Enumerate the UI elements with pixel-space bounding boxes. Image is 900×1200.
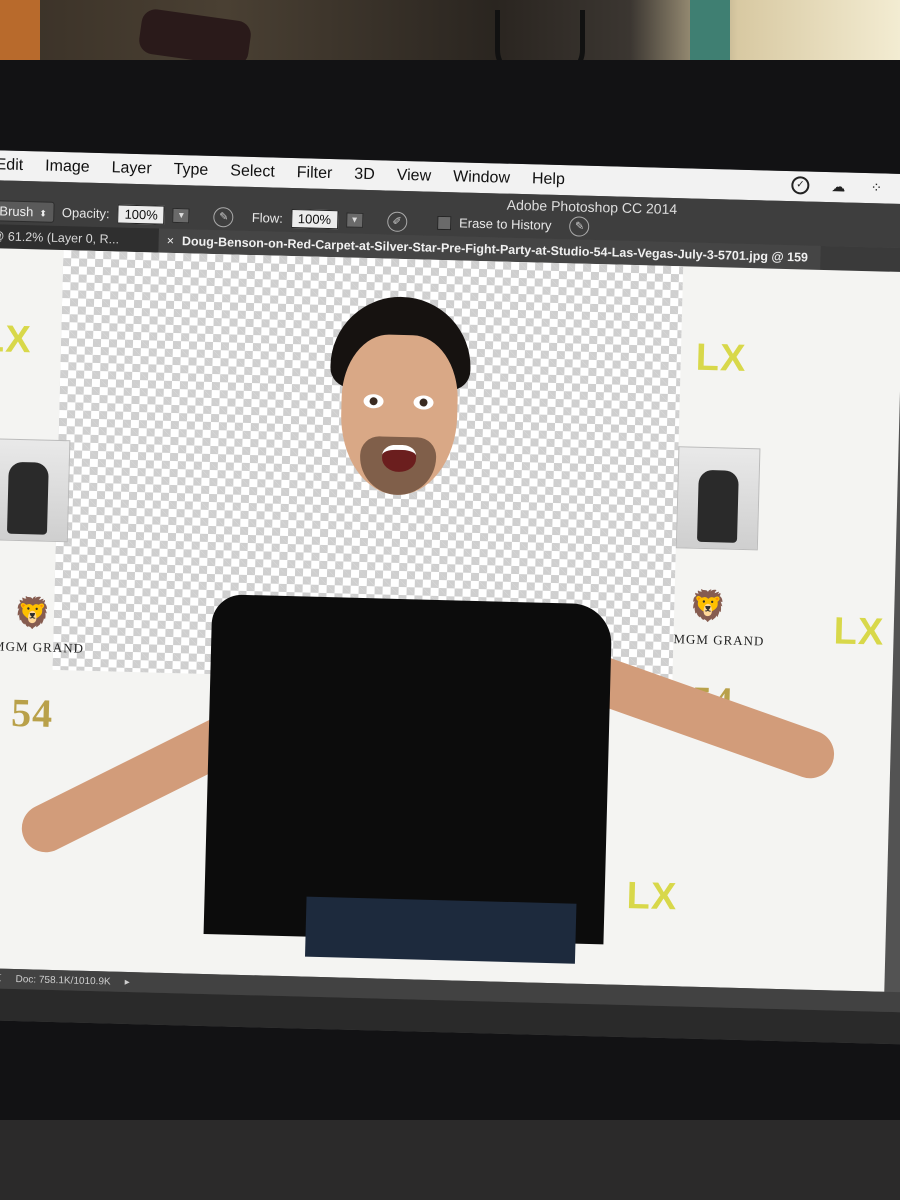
- creative-cloud-icon[interactable]: ☁: [829, 177, 847, 195]
- head: [327, 295, 473, 499]
- pressure-opacity-icon[interactable]: ✎: [213, 206, 235, 228]
- erase-to-history-checkbox[interactable]: [436, 215, 452, 230]
- opacity-label: Opacity:: [61, 205, 110, 222]
- export-icon[interactable]: ⇱: [0, 973, 2, 984]
- flow-label: Flow:: [251, 209, 284, 226]
- menu-image[interactable]: Image: [34, 157, 101, 177]
- person-cutout: [0, 248, 900, 992]
- flow-field[interactable]: 100%: [290, 209, 339, 230]
- flow-dropdown-icon[interactable]: ▾: [345, 212, 364, 228]
- menu-edit[interactable]: Edit: [0, 156, 34, 175]
- menu-layer[interactable]: Layer: [100, 159, 162, 179]
- image-canvas[interactable]: LX LX LX LX 🦁 MGM GRAND 🦁 MGM GRAND 🦁 MG…: [0, 247, 900, 992]
- eye: [413, 395, 434, 410]
- menu-help[interactable]: Help: [521, 170, 576, 189]
- room-orange-object: [0, 0, 40, 60]
- erase-to-history-label: Erase to History: [458, 215, 552, 233]
- jeans: [304, 896, 577, 964]
- doc-size: Doc: 758.1K/1010.9K: [15, 973, 111, 988]
- tool-preset-label: Brush: [0, 203, 34, 220]
- menu-window[interactable]: Window: [442, 168, 521, 188]
- desk: [0, 1120, 900, 1200]
- room-bag: [137, 7, 253, 68]
- check-circle-icon[interactable]: ✓: [791, 176, 810, 195]
- black-tshirt: [203, 594, 613, 945]
- tab-label: @ 61.2% (Layer 0, R...: [0, 229, 120, 247]
- eye: [363, 393, 384, 409]
- menu-3d[interactable]: 3D: [343, 165, 386, 184]
- menu-view[interactable]: View: [385, 166, 442, 185]
- status-menu-arrow-icon[interactable]: ▸: [125, 976, 130, 987]
- pressure-size-icon[interactable]: ✎: [569, 215, 590, 237]
- monitor-screen: Edit Image Layer Type Select Filter 3D V…: [0, 150, 900, 1045]
- menu-filter[interactable]: Filter: [286, 164, 344, 184]
- close-icon[interactable]: ×: [167, 234, 175, 248]
- face: [339, 333, 460, 497]
- opacity-field[interactable]: 100%: [117, 204, 166, 225]
- tool-preset-picker[interactable]: Brush ⬍: [0, 200, 55, 223]
- dropbox-icon[interactable]: ⁘: [867, 178, 885, 196]
- menu-type[interactable]: Type: [162, 161, 219, 180]
- opacity-dropdown-icon[interactable]: ▾: [172, 207, 191, 224]
- airbrush-icon[interactable]: ✐: [386, 211, 408, 232]
- menu-select[interactable]: Select: [219, 162, 286, 182]
- stepper-icon: ⬍: [39, 208, 48, 219]
